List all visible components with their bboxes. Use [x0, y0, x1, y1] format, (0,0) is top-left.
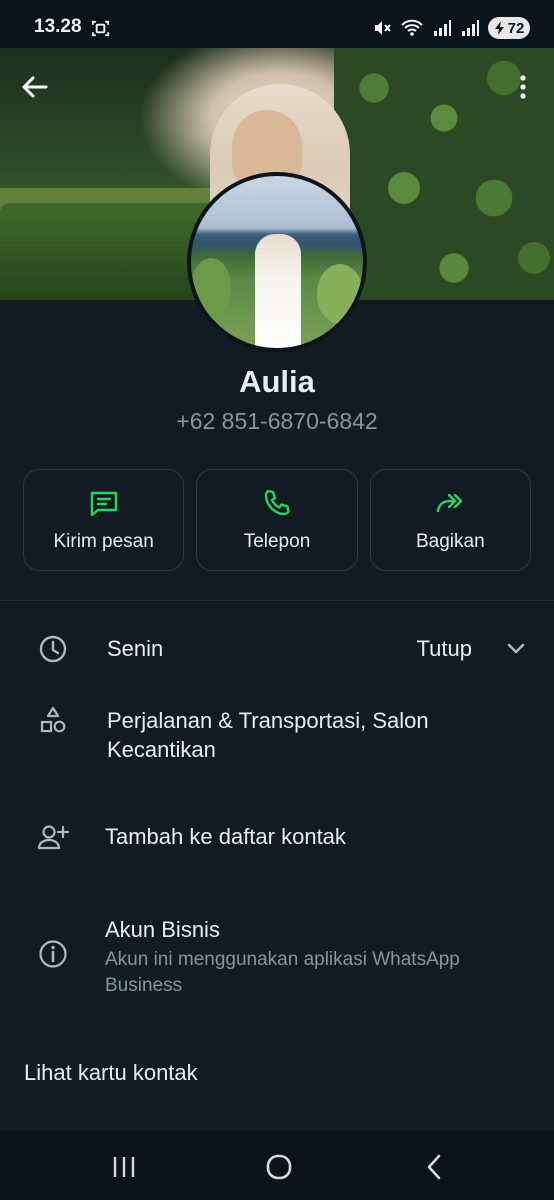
signal-icon	[462, 20, 479, 36]
recent-apps-icon[interactable]	[104, 1151, 144, 1183]
status-time: 13.28	[34, 16, 82, 37]
profile-name: Aulia	[239, 364, 315, 399]
call-button-label: Telepon	[243, 531, 311, 552]
business-category-line-2: Kecantikan	[107, 737, 216, 762]
section-divider	[0, 600, 554, 601]
business-account-row[interactable]: Akun Bisnis Akun ini menggunakan aplikas…	[0, 912, 554, 1002]
message-button-label: Kirim pesan	[53, 531, 154, 552]
clock-icon	[36, 632, 70, 666]
business-account-title: Akun Bisnis	[105, 917, 220, 942]
back-arrow-icon[interactable]	[18, 70, 52, 104]
share-button-label: Bagikan	[415, 531, 485, 552]
message-button[interactable]: Kirim pesan	[23, 469, 185, 571]
back-icon[interactable]	[414, 1151, 454, 1183]
add-contact-label: Tambah ke daftar kontak	[105, 824, 346, 849]
profile-avatar[interactable]	[187, 172, 367, 352]
signal-icon	[434, 20, 451, 36]
business-category-line-1: Perjalanan & Transportasi, Salon	[107, 708, 429, 733]
profile-phone: +62 851-6870-6842	[176, 408, 378, 434]
business-category-row: Perjalanan & Transportasi, Salon Kecanti…	[0, 704, 554, 768]
share-icon	[434, 487, 466, 519]
business-account-description-2: Business	[105, 975, 183, 996]
call-button[interactable]: Telepon	[196, 469, 358, 571]
business-hours-day: Senin	[107, 636, 164, 661]
more-options-icon[interactable]	[514, 70, 532, 104]
status-icons: 72	[372, 16, 530, 40]
add-contact-row[interactable]: Tambah ke daftar kontak	[0, 818, 554, 858]
share-button[interactable]: Bagikan	[369, 469, 531, 571]
info-icon	[36, 937, 70, 971]
battery-indicator: 72	[488, 17, 530, 39]
category-shapes-icon	[36, 704, 70, 738]
home-icon[interactable]	[259, 1151, 299, 1183]
business-account-description-1: Akun ini menggunakan aplikasi WhatsApp	[105, 949, 460, 970]
chevron-down-icon[interactable]	[504, 636, 528, 660]
status-bar: 13.28 72	[0, 0, 554, 48]
phone-icon	[261, 487, 293, 519]
business-profile-screen: 13.28 72 Aulia +62 851-6870-6842 Kirim p…	[0, 0, 554, 1200]
wifi-icon	[401, 19, 423, 36]
battery-level: 72	[507, 19, 525, 37]
message-icon	[88, 487, 120, 519]
mute-icon	[375, 21, 391, 35]
screenshot-icon	[91, 20, 110, 37]
business-hours-status: Tutup	[416, 636, 472, 661]
action-buttons: Kirim pesan Telepon Bagikan	[23, 469, 531, 571]
view-contact-card-link[interactable]: Lihat kartu kontak	[24, 1060, 198, 1086]
system-navigation-bar	[0, 1131, 554, 1200]
charging-icon	[494, 21, 504, 35]
add-person-icon	[36, 820, 70, 854]
